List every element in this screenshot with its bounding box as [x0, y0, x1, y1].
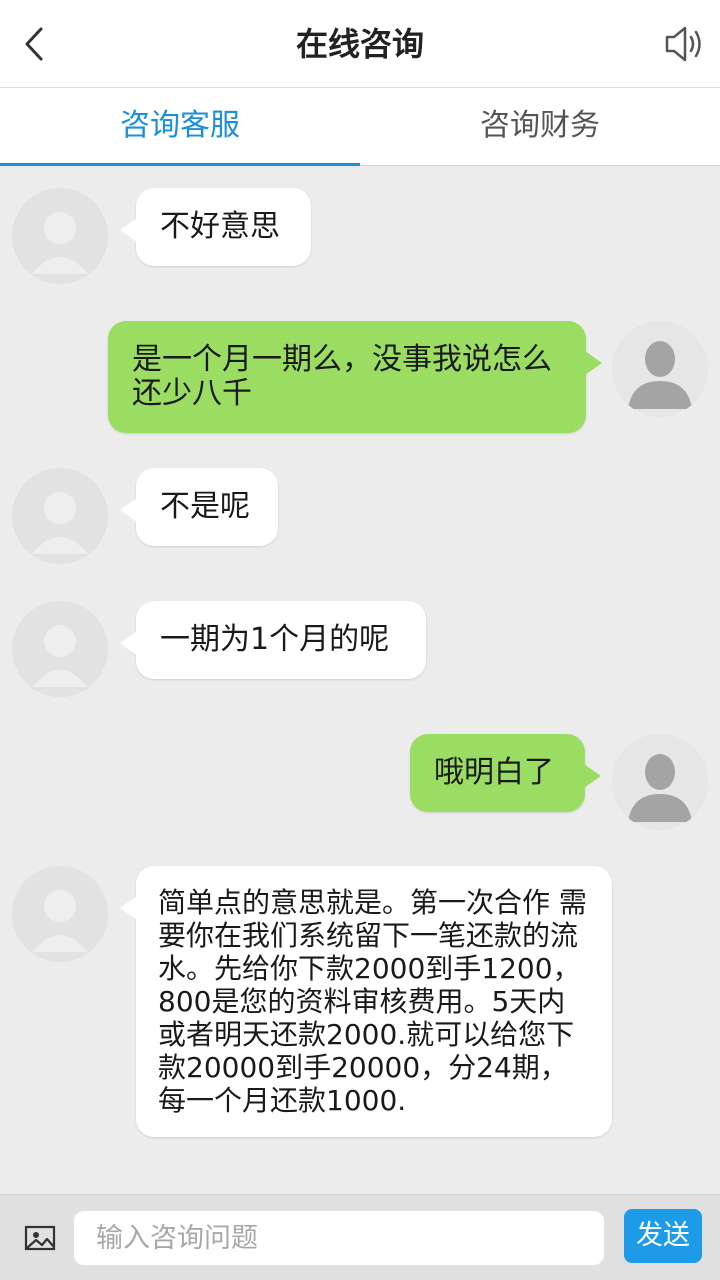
message-text: 简单点的意思就是。第一次合作 需要你在我们系统留下一笔还款的流水。先给你下款20… — [158, 886, 587, 1117]
message-bubble-incoming: 不好意思 — [120, 188, 311, 266]
agent-avatar — [12, 468, 108, 564]
tab-bar: 咨询客服 咨询财务 — [0, 88, 720, 166]
message-text: 不是呢 — [160, 489, 250, 524]
top-bar: 在线咨询 — [0, 0, 720, 88]
speaker-icon — [665, 26, 701, 62]
input-bar: 发送 — [0, 1194, 720, 1280]
speaker-button[interactable] — [662, 22, 706, 66]
image-icon — [24, 1225, 56, 1251]
message-bubble-outgoing: 是一个月一期么，没事我说怎么还少八千 — [108, 321, 602, 433]
message-text: 是一个月一期么，没事我说怎么还少八千 — [132, 342, 552, 411]
message-bubble-incoming: 不是呢 — [120, 468, 278, 546]
tab-finance[interactable]: 咨询财务 — [360, 88, 720, 165]
user-avatar — [612, 734, 708, 830]
agent-avatar-icon — [12, 601, 108, 697]
agent-avatar-icon — [12, 866, 108, 962]
message-bubble-outgoing: 哦明白了 — [410, 734, 601, 812]
tab-customer-service[interactable]: 咨询客服 — [0, 88, 360, 166]
message-text: 哦明白了 — [434, 755, 554, 790]
agent-avatar-icon — [12, 188, 108, 284]
back-button[interactable] — [14, 24, 54, 64]
agent-avatar — [12, 188, 108, 284]
message-bubble-incoming: 一期为1个月的呢 — [120, 601, 426, 679]
agent-avatar — [12, 866, 108, 962]
message-text: 一期为1个月的呢 — [160, 622, 390, 657]
message-bubble-incoming: 简单点的意思就是。第一次合作 需要你在我们系统留下一笔还款的流水。先给你下款20… — [120, 866, 612, 1137]
user-avatar-icon — [612, 321, 708, 417]
message-input[interactable] — [74, 1211, 604, 1265]
user-avatar-icon — [612, 734, 708, 830]
page-title: 在线咨询 — [295, 25, 424, 63]
chevron-left-icon — [25, 27, 43, 61]
agent-avatar-icon — [12, 468, 108, 564]
user-avatar — [612, 321, 708, 417]
message-text: 不好意思 — [160, 209, 280, 244]
send-button[interactable]: 发送 — [624, 1209, 702, 1263]
chat-area[interactable]: 不好意思 是一个月一期么，没事我说怎么还少八千 不是呢 一期为1个月的呢 哦明白… — [0, 166, 720, 1194]
agent-avatar — [12, 601, 108, 697]
image-button[interactable] — [24, 1223, 58, 1253]
